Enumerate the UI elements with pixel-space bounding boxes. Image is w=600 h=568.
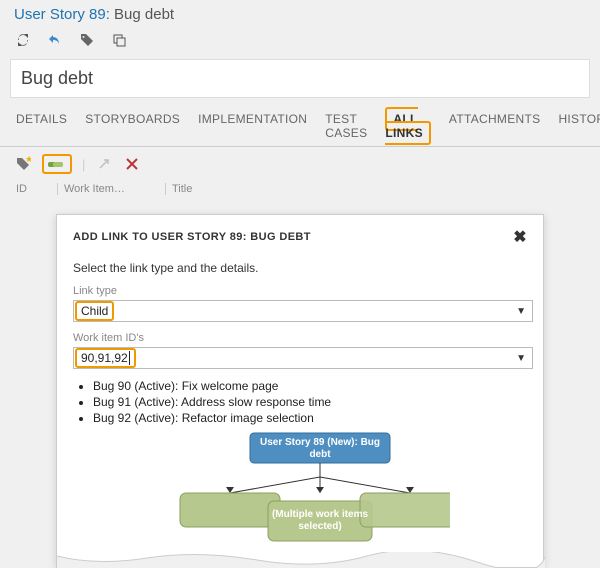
col-id[interactable]: ID (14, 183, 58, 195)
tab-testcases[interactable]: TEST CASES (323, 106, 369, 146)
resolved-items-list: Bug 90 (Active): Fix welcome page Bug 91… (79, 379, 527, 425)
torn-edge-decoration (57, 552, 545, 568)
undo-icon[interactable] (46, 31, 64, 49)
work-item-id: User Story 89 (14, 6, 106, 23)
svg-text:selected): selected) (298, 521, 341, 532)
col-title[interactable]: Title (166, 183, 586, 195)
svg-text:(Multiple work items: (Multiple work items (272, 509, 369, 520)
tab-storyboards[interactable]: STORYBOARDS (83, 106, 182, 146)
tag-icon[interactable] (78, 31, 96, 49)
dialog-title: ADD LINK TO USER STORY 89: BUG DEBT (73, 231, 311, 243)
tab-attachments[interactable]: ATTACHMENTS (447, 106, 543, 146)
add-link-dialog: ADD LINK TO USER STORY 89: BUG DEBT ✖ Se… (56, 214, 544, 568)
tab-bar: DETAILS STORYBOARDS IMPLEMENTATION TEST … (0, 106, 600, 147)
work-item-ids-input[interactable]: 90,91,92 ▼ (73, 347, 533, 369)
link-type-label: Link type (73, 285, 527, 297)
open-link-icon[interactable] (95, 155, 113, 173)
tab-history[interactable]: HISTORY (556, 106, 600, 146)
title-separator: : (106, 6, 114, 23)
dialog-instruction: Select the link type and the details. (73, 261, 527, 275)
toolbar-separator: | (82, 157, 85, 172)
svg-text:User Story 89 (New): Bug: User Story 89 (New): Bug (260, 437, 380, 448)
title-input[interactable]: Bug debt (10, 59, 590, 98)
tab-implementation[interactable]: IMPLEMENTATION (196, 106, 309, 146)
work-item-title: Bug debt (114, 6, 174, 23)
chevron-down-icon: ▼ (516, 353, 526, 364)
chevron-down-icon: ▼ (516, 306, 526, 317)
col-work-item[interactable]: Work Item… (58, 183, 166, 195)
add-linked-work-item-button[interactable] (42, 154, 72, 174)
list-item: Bug 90 (Active): Fix welcome page (93, 379, 527, 393)
tab-details[interactable]: DETAILS (14, 106, 69, 146)
list-item: Bug 91 (Active): Address slow response t… (93, 395, 527, 409)
links-table-header: ID Work Item… Title (0, 181, 600, 199)
copy-icon[interactable] (110, 31, 128, 49)
svg-text:debt: debt (309, 449, 331, 460)
link-relationship-diagram: User Story 89 (New): Bug debt (Multiple … (73, 431, 527, 549)
close-icon[interactable]: ✖ (513, 227, 527, 247)
list-item: Bug 92 (Active): Refactor image selectio… (93, 411, 527, 425)
tab-all-links[interactable]: ALL LINKS (383, 106, 433, 146)
work-item-ids-label: Work item ID's (73, 332, 527, 344)
new-link-icon[interactable]: ★ (14, 155, 32, 173)
svg-text:★: ★ (25, 156, 31, 164)
link-type-dropdown[interactable]: Child ▼ (73, 300, 533, 322)
delete-link-icon[interactable] (123, 155, 141, 173)
refresh-icon[interactable] (14, 31, 32, 49)
